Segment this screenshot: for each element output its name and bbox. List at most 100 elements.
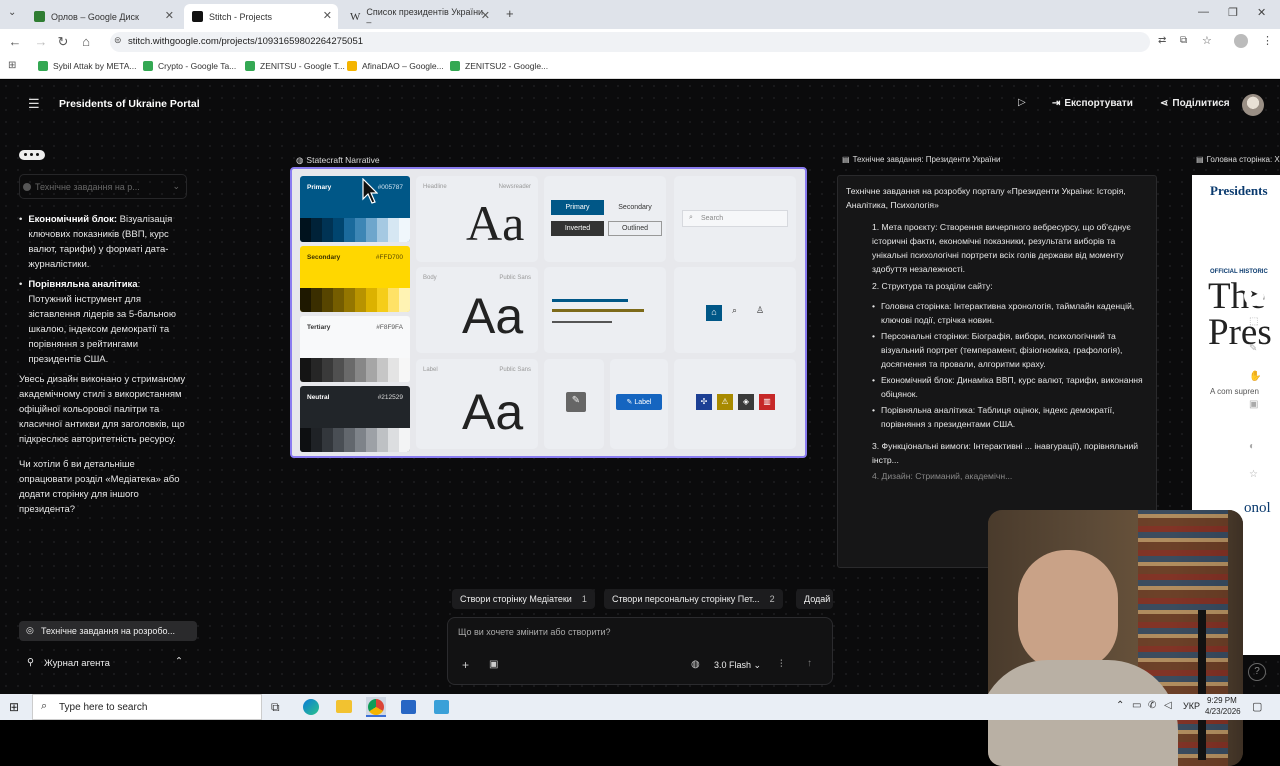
design-system-board[interactable]: Primary #005787 Secondary #FFD700 Tertia… [290,167,807,458]
sample-outlined-button[interactable]: Outlined [608,221,662,236]
close-icon[interactable]: ✕ [323,9,332,22]
bookmark-item[interactable]: ZENITSU - Google T... [245,61,345,71]
sample-secondary-button[interactable]: Secondary [608,200,662,215]
site-info-icon[interactable]: ⊜ [114,35,122,46]
tab-wikipedia[interactable]: W Список президентів України – ✕ [342,4,496,29]
swatch-secondary[interactable]: Secondary #FFD700 [300,246,410,312]
new-tab-icon[interactable]: + [506,6,514,21]
sample-inverted-button[interactable]: Inverted [551,221,604,236]
input-language[interactable]: УКР [1183,701,1200,711]
document-icon: ▤ [1196,155,1204,164]
bookmark-item[interactable]: Crypto - Google Ta... [143,61,236,71]
favorite-tool-icon[interactable]: ☆ [1249,469,1258,480]
pen-tool-icon[interactable]: ✎ [1249,343,1257,354]
export-button[interactable]: ⇥ Експортувати [1052,98,1133,109]
suggestion-chip[interactable]: Створи сторінку Медіатеки 1 [452,589,595,609]
browser-menu-icon[interactable]: ⋮ [1262,34,1273,47]
tray-chevron-up-icon[interactable]: ⌃ [1116,700,1124,711]
task-document-button[interactable]: ◎ Технічне завдання на розробо... [19,621,197,641]
restore-icon[interactable]: ❐ [1228,6,1238,19]
clock-date[interactable]: 4/23/2026 [1205,707,1241,716]
app-taskbar-icon[interactable] [434,700,449,714]
type-font: Public Sans [499,367,531,373]
warning-icon[interactable]: ⚠ [717,394,733,410]
type-sample-headline[interactable]: Headline Newsreader Aa [416,176,538,262]
share-button[interactable]: ⋖ Поділитися [1160,98,1230,109]
type-sample-label[interactable]: Label Public Sans Aa [416,359,538,449]
sample-search-input[interactable]: ⌕ Search [682,210,788,227]
add-attachment-icon[interactable]: + [462,658,469,672]
spec-item: 4. Дизайн: Стриманий, академічн... [872,471,1013,481]
home-icon[interactable]: ⌂ [706,305,722,321]
webcam-overlay [988,510,1243,766]
preview-subtext: A com supren [1210,387,1259,396]
clock-time[interactable]: 9:29 PM [1207,696,1237,705]
translate-icon[interactable]: ⇄ [1158,35,1166,46]
select-tool-icon[interactable]: ➤ [1244,286,1264,306]
prompt-box[interactable]: Що ви хочете змінити або створити? + ▣ ◍… [447,617,833,685]
tab-stitch-projects[interactable]: Stitch - Projects ✕ [184,4,338,29]
window-close-icon[interactable]: ✕ [1257,6,1266,19]
minimize-icon[interactable]: — [1198,6,1209,18]
cast-icon[interactable]: ⧉ [1180,35,1187,46]
bookmark-star-icon[interactable]: ☆ [1202,34,1212,47]
swatch-primary[interactable]: Primary #005787 [300,176,410,242]
pencil-icon[interactable]: ✎ [566,392,586,412]
image-upload-icon[interactable]: ▣ [489,659,498,670]
play-preview-icon[interactable]: ▷ [1018,97,1026,108]
bookmark-item[interactable]: Sybil Attak by META... [38,61,136,71]
task-view-icon[interactable]: ⧉ [271,700,280,715]
send-arrow-icon[interactable]: ↑ [807,658,812,669]
network-icon[interactable]: ▭ [1132,700,1141,711]
swatch-neutral[interactable]: Neutral #212529 [300,386,410,452]
tab-title: Орлов – Google Диск [51,11,139,22]
taskbar-search-placeholder: Type here to search [59,702,148,713]
volume-icon[interactable]: ◁ [1164,700,1172,711]
notifications-icon[interactable]: ▢ [1252,700,1262,713]
tab-title: Список президентів України – [366,6,484,27]
hamburger-menu-icon[interactable]: ☰ [28,96,40,112]
hand-tool-icon[interactable]: ✋ [1249,371,1261,382]
task-dropdown[interactable]: Технічне завдання на р... ⌄ [19,174,187,199]
model-selector[interactable]: 3.0 Flash ⌄ [714,660,761,671]
close-icon[interactable]: ✕ [165,9,174,22]
file-explorer-icon[interactable] [336,700,352,713]
home-icon[interactable]: ⌂ [78,34,94,49]
apps-grid-icon[interactable]: ⊞ [8,60,16,71]
tag-icon[interactable]: ◈ [738,394,754,410]
frame-tool-icon[interactable]: ⬚ [1249,316,1258,327]
windows-start-icon[interactable]: ⊞ [9,700,19,714]
taskbar-search-input[interactable]: ⌕ Type here to search [32,694,262,720]
url-input[interactable]: ⊜ stitch.withgoogle.com/projects/1093165… [110,32,1150,52]
agent-log-toggle[interactable]: ⚲ Журнал агента ⌃ [19,655,197,673]
help-icon[interactable]: ? [1248,663,1266,681]
user-icon[interactable]: ♙ [756,305,764,316]
delete-icon[interactable]: ▥ [759,394,775,410]
chrome-taskbar-button[interactable] [366,697,386,717]
tab-list-chevron-icon[interactable]: ⌄ [8,7,16,18]
user-avatar[interactable] [1242,94,1264,116]
tab-google-drive[interactable]: Орлов – Google Диск ✕ [26,4,180,29]
app-taskbar-icon[interactable] [401,700,416,714]
voice-input-icon[interactable]: ⫶ [780,659,783,670]
bookmark-item[interactable]: AfinaDAO – Google... [347,61,444,71]
bookmark-item[interactable]: ZENITSU2 - Google... [450,61,548,71]
suggestion-chip[interactable]: Додай [796,589,833,609]
palette-icon[interactable]: ◍ [691,659,700,670]
back-icon[interactable]: ← [7,34,23,49]
type-sample-body[interactable]: Body Public Sans Aa [416,267,538,353]
sample-label-chip[interactable]: ✎ Label [616,394,662,410]
suggestion-chip[interactable]: Створи персональну сторінку Пет... 2 [604,589,783,609]
forward-icon[interactable]: → [33,34,49,49]
close-icon[interactable]: ✕ [481,9,490,22]
sample-primary-button[interactable]: Primary [551,200,604,215]
image-tool-icon[interactable]: ▣ [1249,399,1258,410]
theme-tool-icon[interactable]: ◐ [1249,441,1255,452]
tools-icon[interactable]: ✣ [696,394,712,410]
swatch-tertiary[interactable]: Tertiary #F8F9FA [300,316,410,382]
reload-icon[interactable]: ↻ [55,34,71,50]
profile-avatar[interactable] [1234,34,1248,48]
search-icon[interactable]: ⌕ [732,305,737,316]
edge-icon[interactable] [303,699,319,715]
tray-app-icon[interactable]: ✆ [1148,700,1156,711]
